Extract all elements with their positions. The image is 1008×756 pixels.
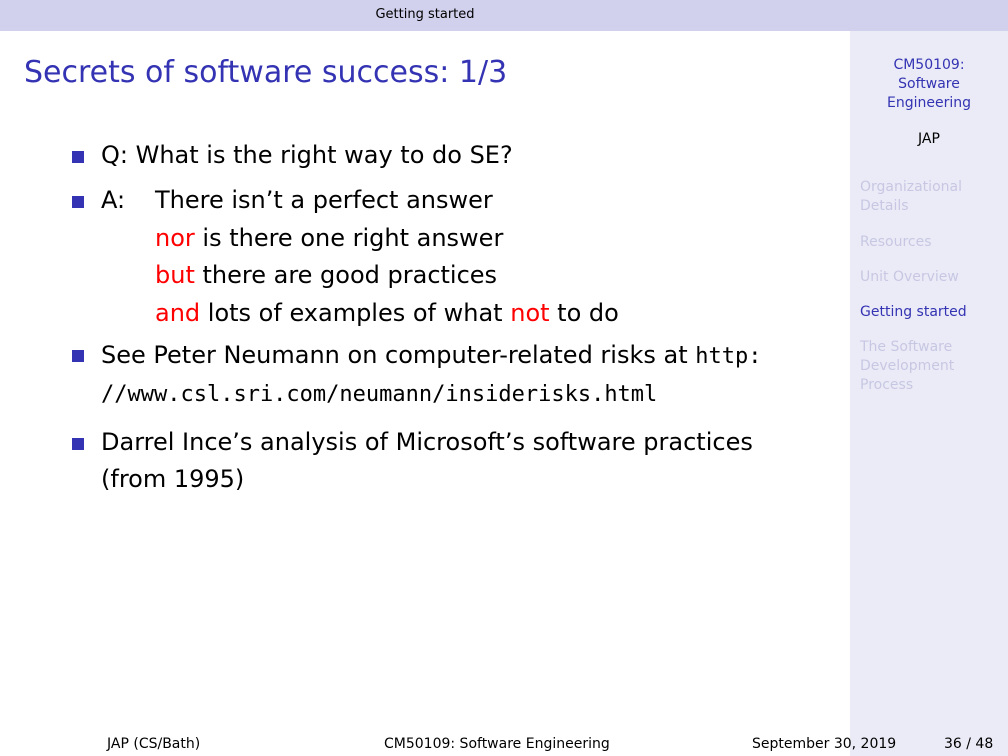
sidebar-item-organizational-details[interactable]: Organizational Details [860,178,1000,216]
alert-word: not [510,299,550,327]
neumann-line-1: See Peter Neumann on computer-related ri… [101,340,761,372]
sidebar-course-title[interactable]: CM50109: Software Engineering [850,56,1008,113]
sidebar-author: JAP [918,131,940,147]
neumann-text: See Peter Neumann on computer-related ri… [101,341,696,369]
sidebar-item-resources[interactable]: Resources [860,233,1000,252]
sidebar-item-label: Organizational [860,179,962,195]
answer-text: to do [549,299,619,327]
answer-text: there are good practices [194,261,498,289]
sidebar-item-label: Unit Overview [860,269,959,285]
bullet-marker [72,438,84,450]
answer-line-2: nor is there one right answer [155,223,503,253]
slide-title: Secrets of software success: 1/3 [24,55,508,90]
sidebar-item-label: Details [860,198,909,214]
sidebar-item-software-development-process[interactable]: The Software Development Process [860,338,1000,395]
sidebar-course-line: Software [898,76,960,92]
sidebar-course-line: Engineering [887,95,971,111]
bullet-marker [72,350,84,362]
ince-line-1: Darrel Ince’s analysis of Microsoft’s so… [101,428,753,456]
sidebar-item-label: Development [860,358,955,374]
alert-word: nor [155,224,195,252]
question-line: Q: What is the right way to do SE? [101,141,513,169]
answer-line-1: There isn’t a perfect answer [155,186,493,214]
neumann-url[interactable]: //www.csl.sri.com/neumann/insiderisks.ht… [101,380,657,410]
sidebar-item-label: Getting started [860,304,967,320]
answer-line-4: and lots of examples of what not to do [155,298,619,328]
sidebar-item-label: Resources [860,234,932,250]
bullet-marker [72,151,84,163]
bullet-marker [72,196,84,208]
sidebar: CM50109: Software Engineering JAP Organi… [850,31,1008,756]
sidebar-item-getting-started[interactable]: Getting started [860,303,1000,322]
answer-line-3: but there are good practices [155,260,497,290]
alert-word: and [155,299,201,327]
sidebar-item-unit-overview[interactable]: Unit Overview [860,268,1000,287]
footer-course[interactable]: CM50109: Software Engineering [384,736,610,752]
sidebar-item-label: Process [860,377,914,393]
sidebar-course-line: CM50109: [893,57,965,73]
headline-section[interactable]: Getting started [0,7,850,22]
footer: JAP (CS/Bath) CM50109: Software Engineer… [0,734,1008,756]
alert-word: but [155,261,195,289]
answer-text: is there one right answer [194,224,504,252]
neumann-url-part[interactable]: http: [695,344,761,369]
answer-text: lots of examples of what [200,299,511,327]
footer-date: September 30, 2019 [752,736,897,752]
sidebar-item-label: The Software [860,339,953,355]
ince-line-2: (from 1995) [101,465,245,493]
footer-author[interactable]: JAP (CS/Bath) [107,736,200,752]
answer-prefix: A: [101,186,126,214]
headline-bar: Getting started [0,0,1008,31]
footer-page-number: 36 / 48 [944,736,994,752]
